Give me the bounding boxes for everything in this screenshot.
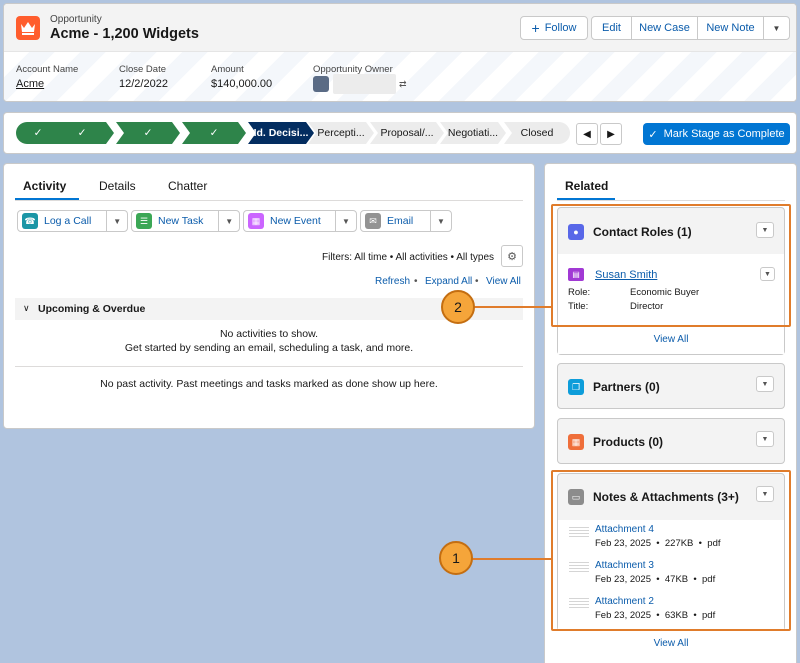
no-activities-text: No activities to show.: [219, 328, 319, 340]
log-call-dropdown[interactable]: ▼: [107, 217, 127, 226]
email-label: Email: [387, 215, 414, 227]
object-type: Opportunity: [50, 14, 102, 25]
new-task-button[interactable]: ☰ New Task ▼: [131, 210, 240, 232]
avatar: [313, 76, 329, 92]
no-past-activity-text: No past activity. Past meetings and task…: [100, 378, 438, 390]
get-started-text: Get started by sending an email, schedul…: [124, 342, 414, 354]
amount-value: $140,000.00: [211, 78, 273, 90]
new-note-button[interactable]: New Note: [698, 17, 764, 39]
path-prev-button[interactable]: ◀: [576, 123, 598, 145]
path-stage-complete[interactable]: ✓: [182, 122, 246, 144]
log-call-label: Log a Call: [44, 215, 92, 227]
path-next-button[interactable]: ▶: [600, 123, 622, 145]
mark-stage-complete-button[interactable]: ✓ Mark Stage as Complete: [643, 123, 790, 145]
path-stage-complete[interactable]: ✓: [50, 122, 114, 144]
view-all-link[interactable]: View All: [486, 276, 521, 287]
close-date-value: 12/2/2022: [119, 78, 168, 90]
callout-1: 1: [439, 541, 473, 575]
new-task-dropdown[interactable]: ▼: [219, 217, 239, 226]
partners-card: [557, 363, 785, 409]
gear-icon[interactable]: ⚙: [501, 245, 523, 267]
highlights-panel: Account Name Acme Close Date 12/2/2022 A…: [4, 52, 796, 101]
follow-button[interactable]: + Follow: [520, 16, 588, 40]
path-stage-complete[interactable]: ✓: [116, 122, 180, 144]
callout-2: 2: [441, 290, 475, 324]
account-name-link[interactable]: Acme: [16, 78, 44, 90]
products-icon: ▦: [568, 434, 584, 450]
action-button-group: Edit New Case New Note ▼: [591, 16, 790, 40]
highlight-box-contact-roles: [551, 204, 791, 327]
contact-roles-view-all[interactable]: View All: [557, 334, 785, 345]
divider: [15, 366, 523, 367]
tab-details[interactable]: Details: [99, 179, 136, 193]
link-separator: •: [475, 276, 479, 287]
page-title: Acme - 1,200 Widgets: [50, 26, 199, 42]
upcoming-title: Upcoming & Overdue: [38, 303, 146, 315]
check-icon: ✓: [648, 128, 658, 141]
partners-menu[interactable]: ▼: [756, 376, 774, 392]
change-owner-icon[interactable]: ⇄: [399, 79, 407, 90]
header-top: Opportunity Acme - 1,200 Widgets + Follo…: [4, 4, 796, 52]
calendar-icon: ▦: [248, 213, 264, 229]
link-separator: •: [414, 276, 418, 287]
expand-all-link[interactable]: Expand All: [425, 276, 472, 287]
refresh-link[interactable]: Refresh: [375, 276, 410, 287]
highlight-box-notes: [551, 470, 791, 631]
phone-icon: ☎: [22, 213, 38, 229]
email-button[interactable]: ✉ Email ▼: [360, 210, 452, 232]
follow-label: Follow: [544, 22, 577, 34]
new-case-button[interactable]: New Case: [632, 17, 698, 39]
notes-view-all[interactable]: View All: [557, 638, 785, 649]
new-event-dropdown[interactable]: ▼: [336, 217, 356, 226]
crown-icon: [16, 16, 40, 40]
partners-icon: ❐: [568, 379, 584, 395]
new-task-label: New Task: [158, 215, 204, 227]
products-card: [557, 418, 785, 464]
tabs-divider: [15, 200, 523, 201]
new-event-button[interactable]: ▦ New Event ▼: [243, 210, 357, 232]
tab-chatter[interactable]: Chatter: [168, 179, 207, 193]
log-call-button[interactable]: ☎ Log a Call ▼: [17, 210, 128, 232]
plus-icon: +: [531, 20, 540, 36]
chevron-down-icon: ∨: [23, 303, 30, 313]
path-stage[interactable]: Percepti...: [308, 122, 374, 144]
account-name-label: Account Name: [16, 64, 79, 75]
callout-line-1: [472, 558, 553, 560]
owner-name-redacted[interactable]: [333, 74, 396, 94]
path-stage[interactable]: Proposal/...: [370, 122, 444, 144]
edit-button[interactable]: Edit: [592, 17, 632, 39]
products-title[interactable]: Products (0): [593, 435, 663, 449]
filters-text: Filters: All time • All activities • All…: [322, 252, 495, 263]
tabs-divider: [557, 200, 785, 201]
close-date-label: Close Date: [119, 64, 166, 75]
path-stage[interactable]: Negotiati...: [440, 122, 506, 144]
mark-complete-label: Mark Stage as Complete: [663, 128, 785, 140]
new-event-label: New Event: [270, 215, 321, 227]
path-stage-current[interactable]: Id. Decisi...: [248, 122, 314, 144]
products-menu[interactable]: ▼: [756, 431, 774, 447]
callout-line-2: [474, 306, 553, 308]
amount-label: Amount: [211, 64, 244, 75]
email-dropdown[interactable]: ▼: [431, 217, 451, 226]
sales-path: ✓ ✓ ✓ ✓ Id. Decisi... Percepti... Proposal/...…: [3, 112, 797, 154]
partners-title[interactable]: Partners (0): [593, 380, 660, 394]
tab-activity[interactable]: Activity: [23, 179, 66, 193]
tab-related[interactable]: Related: [565, 179, 608, 193]
task-icon: ☰: [136, 213, 152, 229]
more-actions-dropdown[interactable]: ▼: [764, 17, 789, 39]
email-icon: ✉: [365, 213, 381, 229]
record-header: Opportunity Acme - 1,200 Widgets + Follo…: [3, 3, 797, 102]
path-stage[interactable]: Closed: [504, 122, 570, 144]
